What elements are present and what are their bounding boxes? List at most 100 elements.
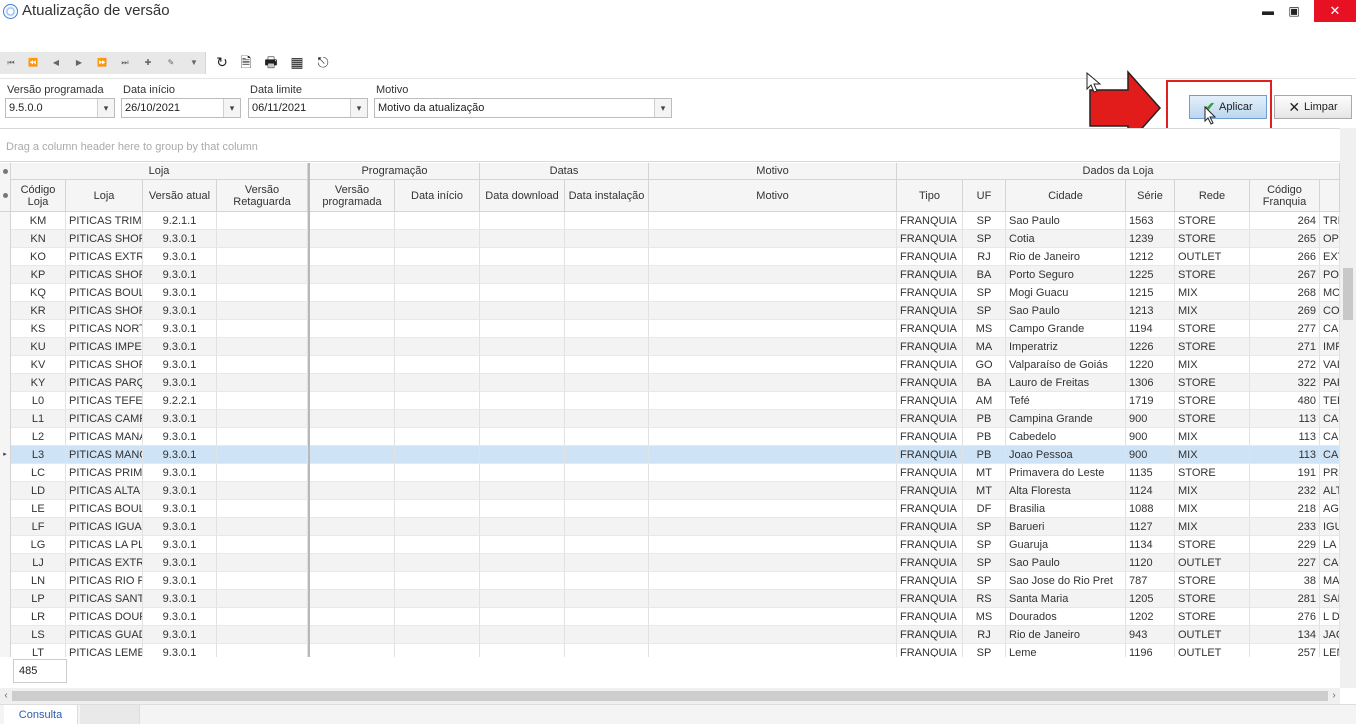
table-cell[interactable]: 267 bbox=[1250, 266, 1320, 284]
table-cell[interactable]: 9.3.0.1 bbox=[143, 644, 217, 657]
table-cell[interactable]: FRANQUIA bbox=[897, 572, 963, 590]
table-cell[interactable]: BA bbox=[963, 266, 1006, 284]
table-cell[interactable]: FRANQUIA bbox=[897, 248, 963, 266]
table-cell[interactable]: 900 bbox=[1126, 410, 1175, 428]
vertical-scroll-thumb[interactable] bbox=[1343, 268, 1353, 320]
table-cell[interactable] bbox=[395, 518, 480, 536]
table-row[interactable]: LN PITICAS RIO F 9.3.0.1 FRANQUIA SP Sao Jose… bbox=[0, 572, 1340, 590]
table-cell[interactable]: PB bbox=[963, 428, 1006, 446]
chevron-down-icon[interactable]: ▾ bbox=[97, 99, 114, 117]
table-cell[interactable]: PAF bbox=[1320, 374, 1340, 392]
table-cell[interactable] bbox=[395, 590, 480, 608]
table-cell[interactable]: 9.3.0.1 bbox=[143, 500, 217, 518]
table-cell[interactable]: IMP bbox=[1320, 338, 1340, 356]
table-cell[interactable]: 1215 bbox=[1126, 284, 1175, 302]
table-cell[interactable] bbox=[649, 338, 897, 356]
table-cell[interactable]: 1127 bbox=[1126, 518, 1175, 536]
table-cell[interactable] bbox=[217, 212, 308, 230]
table-cell[interactable] bbox=[395, 212, 480, 230]
table-cell[interactable]: KY bbox=[11, 374, 66, 392]
row-indicator[interactable]: ▸ bbox=[0, 446, 11, 464]
table-cell[interactable] bbox=[565, 554, 649, 572]
table-cell[interactable]: 9.3.0.1 bbox=[143, 554, 217, 572]
table-cell[interactable]: 9.3.0.1 bbox=[143, 626, 217, 644]
table-cell[interactable]: CAN bbox=[1320, 446, 1340, 464]
chevron-down-icon[interactable]: ▾ bbox=[223, 99, 240, 117]
table-row[interactable]: KY PITICAS PARÇ 9.3.0.1 FRANQUIA BA Lauro de … bbox=[0, 374, 1340, 392]
table-cell[interactable] bbox=[565, 338, 649, 356]
vertical-scrollbar[interactable] bbox=[1340, 128, 1356, 688]
table-cell[interactable] bbox=[217, 626, 308, 644]
table-cell[interactable]: STORE bbox=[1175, 374, 1250, 392]
table-cell[interactable] bbox=[565, 536, 649, 554]
row-indicator[interactable] bbox=[0, 212, 11, 230]
table-row[interactable]: L0 PITICAS TEFE 9.2.2.1 FRANQUIA AM Tefé 1719 S… bbox=[0, 392, 1340, 410]
table-cell[interactable] bbox=[565, 626, 649, 644]
table-cell[interactable]: 9.3.0.1 bbox=[143, 302, 217, 320]
table-cell[interactable] bbox=[565, 392, 649, 410]
table-cell[interactable]: FRANQUIA bbox=[897, 464, 963, 482]
table-cell[interactable]: 9.3.0.1 bbox=[143, 338, 217, 356]
table-cell[interactable] bbox=[310, 266, 395, 284]
table-cell[interactable]: 268 bbox=[1250, 284, 1320, 302]
table-cell[interactable]: 900 bbox=[1126, 446, 1175, 464]
table-cell[interactable]: Campina Grande bbox=[1006, 410, 1126, 428]
table-cell[interactable]: FRANQUIA bbox=[897, 554, 963, 572]
table-cell[interactable] bbox=[565, 284, 649, 302]
table-cell[interactable] bbox=[649, 446, 897, 464]
table-cell[interactable] bbox=[649, 554, 897, 572]
limpar-button[interactable]: ✕ Limpar bbox=[1274, 95, 1352, 119]
table-cell[interactable] bbox=[395, 410, 480, 428]
table-cell[interactable]: STORE bbox=[1175, 608, 1250, 626]
table-cell[interactable]: 276 bbox=[1250, 608, 1320, 626]
table-cell[interactable]: 9.3.0.1 bbox=[143, 356, 217, 374]
table-cell[interactable]: FRANQUIA bbox=[897, 608, 963, 626]
table-row[interactable]: KV PITICAS SHOP 9.3.0.1 FRANQUIA GO Valparaís… bbox=[0, 356, 1340, 374]
table-cell[interactable]: OUTLET bbox=[1175, 626, 1250, 644]
table-cell[interactable]: L1 bbox=[11, 410, 66, 428]
table-cell[interactable]: PITICAS BOUL bbox=[66, 284, 143, 302]
table-cell[interactable]: PITICAS SHOP bbox=[66, 266, 143, 284]
table-cell[interactable] bbox=[395, 302, 480, 320]
table-cell[interactable] bbox=[310, 212, 395, 230]
table-cell[interactable]: STORE bbox=[1175, 410, 1250, 428]
table-cell[interactable]: AGL bbox=[1320, 500, 1340, 518]
table-cell[interactable] bbox=[395, 626, 480, 644]
table-cell[interactable] bbox=[217, 572, 308, 590]
table-cell[interactable]: ALT bbox=[1320, 482, 1340, 500]
table-cell[interactable] bbox=[480, 446, 565, 464]
table-cell[interactable] bbox=[395, 572, 480, 590]
table-cell[interactable]: Barueri bbox=[1006, 518, 1126, 536]
table-cell[interactable] bbox=[480, 374, 565, 392]
table-cell[interactable] bbox=[217, 356, 308, 374]
table-cell[interactable] bbox=[565, 644, 649, 657]
table-cell[interactable]: PRI bbox=[1320, 464, 1340, 482]
table-cell[interactable] bbox=[310, 572, 395, 590]
band-loja[interactable]: Loja bbox=[11, 163, 308, 180]
col-cidade[interactable]: Cidade bbox=[1006, 180, 1126, 212]
table-cell[interactable]: 9.2.2.1 bbox=[143, 392, 217, 410]
table-cell[interactable]: LR bbox=[11, 608, 66, 626]
table-cell[interactable] bbox=[395, 536, 480, 554]
horizontal-scroll-thumb[interactable] bbox=[12, 691, 1328, 701]
table-cell[interactable] bbox=[480, 626, 565, 644]
table-cell[interactable] bbox=[480, 356, 565, 374]
table-cell[interactable]: LJ bbox=[11, 554, 66, 572]
table-cell[interactable]: PITICAS PRIM. bbox=[66, 464, 143, 482]
table-cell[interactable] bbox=[310, 518, 395, 536]
table-cell[interactable]: 1213 bbox=[1126, 302, 1175, 320]
table-cell[interactable]: Santa Maria bbox=[1006, 590, 1126, 608]
table-cell[interactable] bbox=[395, 320, 480, 338]
table-cell[interactable] bbox=[310, 320, 395, 338]
table-cell[interactable]: Brasilia bbox=[1006, 500, 1126, 518]
table-cell[interactable]: 257 bbox=[1250, 644, 1320, 657]
table-row[interactable]: L1 PITICAS CAMF 9.3.0.1 FRANQUIA PB Campina G… bbox=[0, 410, 1340, 428]
table-cell[interactable]: LT bbox=[11, 644, 66, 657]
table-cell[interactable] bbox=[649, 644, 897, 657]
table-cell[interactable]: 1239 bbox=[1126, 230, 1175, 248]
table-cell[interactable]: 272 bbox=[1250, 356, 1320, 374]
row-indicator[interactable] bbox=[0, 644, 11, 657]
table-cell[interactable]: TEF bbox=[1320, 392, 1340, 410]
table-cell[interactable] bbox=[395, 608, 480, 626]
row-indicator[interactable] bbox=[0, 572, 11, 590]
